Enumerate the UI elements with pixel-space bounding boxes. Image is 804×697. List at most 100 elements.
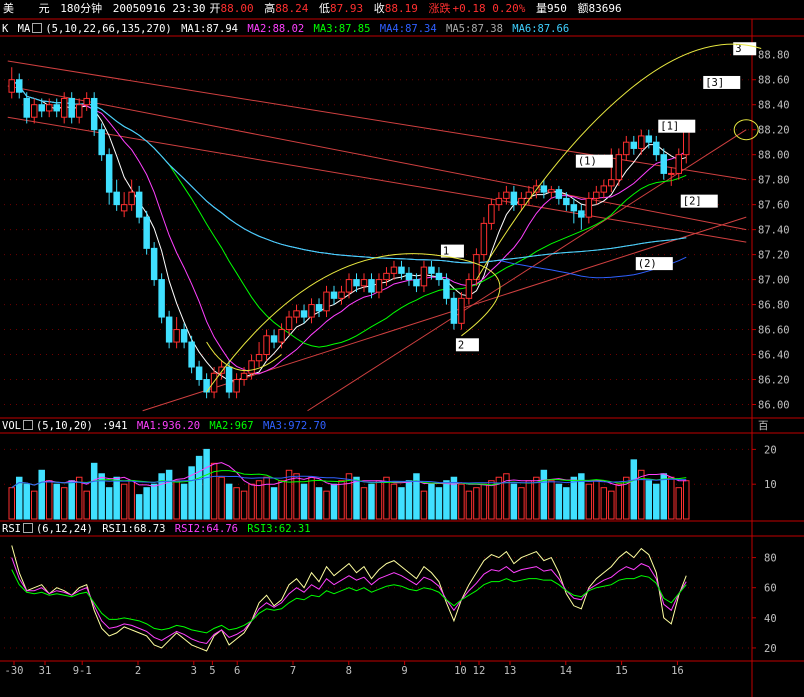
volume-bar bbox=[60, 487, 68, 520]
x-tick-label: 8 bbox=[346, 665, 352, 677]
k-y-tick-label: 87.80 bbox=[758, 175, 790, 187]
ma3-line bbox=[11, 79, 687, 348]
volume-label: 量 bbox=[535, 2, 547, 15]
k-y-tick-label: 88.60 bbox=[758, 75, 790, 87]
x-tick-label: 2 bbox=[135, 665, 141, 677]
candle-body bbox=[510, 191, 518, 206]
amount-label: 额 bbox=[577, 2, 589, 15]
candle-body bbox=[368, 279, 375, 293]
volume-bar bbox=[390, 483, 398, 520]
candle-body bbox=[293, 310, 300, 318]
candle-body bbox=[548, 189, 555, 193]
candle-body bbox=[83, 97, 90, 106]
x-tick-label: 16 bbox=[671, 665, 684, 677]
vol-settings-icon[interactable] bbox=[22, 420, 33, 430]
rsi-y-tick-label: 60 bbox=[764, 583, 777, 595]
candle-body bbox=[638, 135, 645, 149]
volume-bar bbox=[510, 483, 518, 520]
candle-body bbox=[645, 135, 653, 143]
k-y-tick-label: 86.40 bbox=[758, 350, 790, 362]
volume-bar bbox=[278, 480, 285, 520]
volume-bar bbox=[270, 487, 278, 520]
candle-body bbox=[450, 297, 458, 324]
vol-ma3-value: MA3:972.70 bbox=[262, 420, 327, 432]
candle-body bbox=[345, 279, 353, 293]
volume-bar bbox=[668, 476, 675, 520]
volume-bar bbox=[383, 476, 390, 520]
ma4-value: MA4:87.34 bbox=[379, 23, 437, 35]
candle-body bbox=[113, 191, 120, 206]
volume-bar bbox=[45, 480, 53, 520]
unit-label: 元 bbox=[38, 2, 50, 15]
x-tick-label: -30 bbox=[5, 665, 24, 677]
rsi-settings-icon[interactable] bbox=[22, 523, 33, 533]
x-tick-label: 9-1 bbox=[73, 665, 92, 677]
k-y-tick-label: 86.80 bbox=[758, 300, 790, 312]
candle-body bbox=[420, 266, 428, 287]
k-y-tick-label: 88.20 bbox=[758, 125, 790, 137]
candle-body bbox=[668, 172, 675, 175]
vol-indicator-bar: VOL (5,10,20) :941 MA1:936.20 MA2:967 MA3… bbox=[2, 420, 329, 432]
candle-body bbox=[75, 104, 83, 118]
ma1-line bbox=[11, 79, 687, 382]
k-y-tick-label: 88.40 bbox=[758, 100, 790, 112]
volume-bar bbox=[53, 483, 60, 520]
period-label[interactable]: 180分钟 bbox=[60, 2, 102, 15]
volume-bar bbox=[420, 490, 428, 520]
k-y-tick-label: 87.20 bbox=[758, 250, 790, 262]
volume-bar bbox=[480, 483, 488, 520]
volume-bar bbox=[330, 483, 338, 520]
candle-body bbox=[30, 104, 38, 118]
candle-body bbox=[563, 197, 570, 206]
candle-body bbox=[60, 97, 68, 118]
change-pct-value: 0.20% bbox=[492, 2, 526, 15]
candle-body bbox=[105, 154, 113, 193]
candle-body bbox=[120, 204, 128, 212]
vol-name[interactable]: VOL bbox=[2, 420, 21, 432]
rsi-indicator-bar: RSI (6,12,24) RSI1:68.73 RSI2:64.76 RSI3:… bbox=[2, 523, 314, 535]
candle-body bbox=[578, 210, 585, 218]
volume-bar bbox=[143, 487, 150, 520]
rsi-name[interactable]: RSI bbox=[2, 523, 21, 535]
rsi-y-tick-label: 40 bbox=[764, 613, 777, 625]
candle-body bbox=[23, 97, 30, 118]
volume-bar bbox=[375, 480, 383, 520]
wave-label: (2) bbox=[638, 258, 657, 270]
candle-body bbox=[255, 354, 263, 362]
volume-bar bbox=[473, 487, 480, 520]
candle-body bbox=[353, 279, 360, 287]
volume-bar bbox=[8, 487, 15, 520]
rsi-params: (6,12,24) bbox=[35, 523, 93, 535]
volume-bar bbox=[563, 487, 570, 520]
volume-bar bbox=[533, 476, 540, 520]
vol-ma2-value: MA2:967 bbox=[209, 420, 254, 432]
candle-body bbox=[653, 141, 660, 156]
ma-name[interactable]: MA bbox=[18, 23, 31, 35]
volume-bar bbox=[600, 487, 608, 520]
candle-body bbox=[315, 304, 323, 312]
volume-bar bbox=[30, 490, 38, 520]
x-tick-label: 14 bbox=[559, 665, 572, 677]
volume-bar bbox=[150, 483, 158, 520]
candle-body bbox=[188, 341, 195, 368]
candle-body bbox=[195, 366, 203, 381]
volume-bar bbox=[128, 480, 135, 520]
open-value: 88.00 bbox=[220, 2, 254, 15]
candle-body bbox=[308, 304, 315, 318]
candle-body bbox=[488, 204, 495, 224]
candle-body bbox=[128, 191, 135, 206]
ma-settings-icon[interactable] bbox=[32, 23, 43, 33]
rsi3-value: RSI3:62.31 bbox=[247, 523, 311, 535]
rsi-y-tick-label: 20 bbox=[764, 643, 777, 655]
x-tick-label: 31 bbox=[39, 665, 52, 677]
candle-body bbox=[300, 310, 308, 318]
k-y-tick-label: 88.00 bbox=[758, 150, 790, 162]
wave-label: 3 bbox=[735, 43, 741, 55]
candle-body bbox=[480, 222, 488, 256]
volume-bar bbox=[195, 455, 203, 520]
k-y-tick-label: 87.40 bbox=[758, 225, 790, 237]
candle-body bbox=[435, 272, 443, 281]
stock-chart-canvas[interactable]: 88.80 88.60 88.40 88.20 88.00 87.80 87.60 87.40… bbox=[0, 0, 804, 697]
close-label: 收 bbox=[373, 2, 385, 15]
candle-body bbox=[540, 185, 548, 193]
